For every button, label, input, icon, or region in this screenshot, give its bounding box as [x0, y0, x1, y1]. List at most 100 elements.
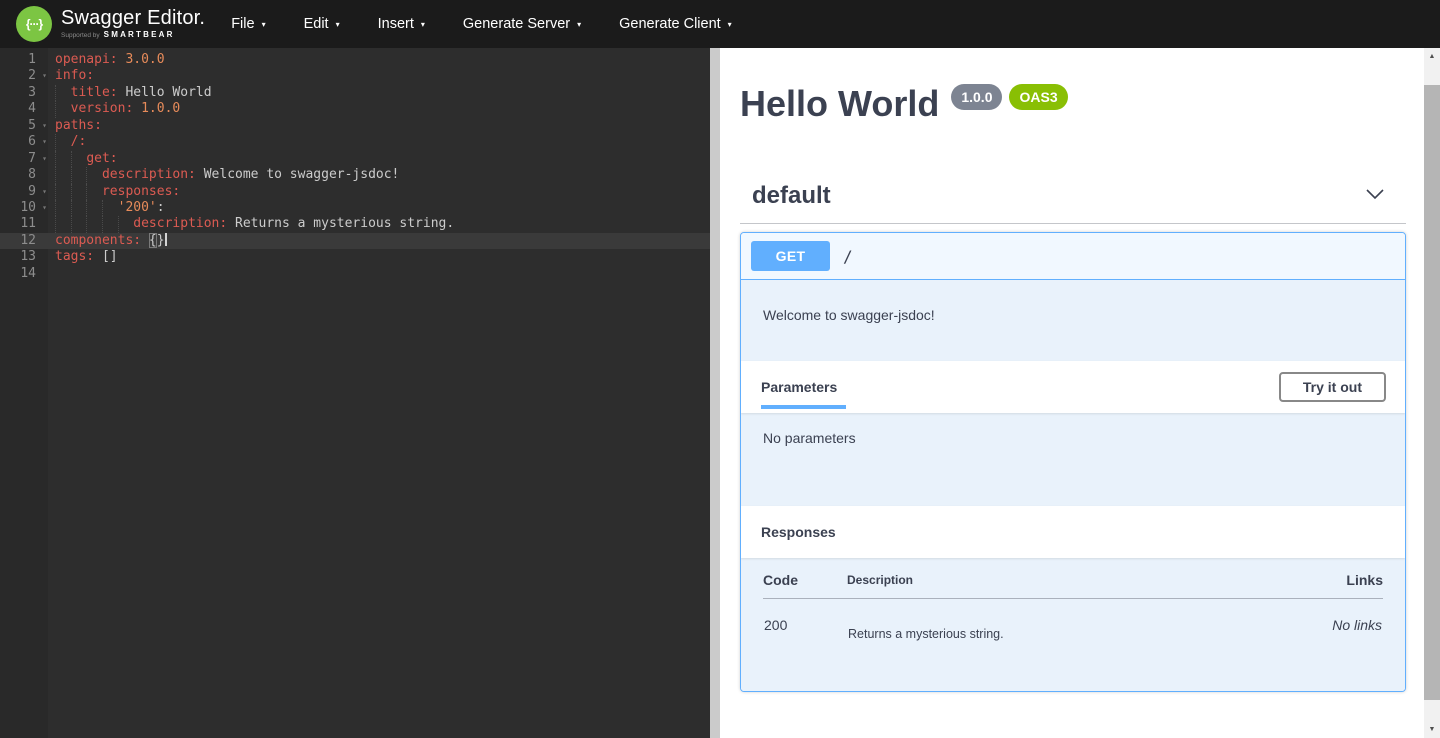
line-number: 13	[0, 249, 48, 265]
yaml-code-editor[interactable]: 1openapi: 3.0.02▾info:3title: Hello Worl…	[0, 48, 710, 738]
no-parameters-message: No parameters	[741, 413, 1405, 506]
code-text: version: 1.0.0	[48, 101, 710, 117]
tag-name: default	[752, 184, 831, 208]
fold-icon[interactable]: ▾	[42, 68, 47, 84]
code-text: responses:	[48, 184, 710, 200]
line-number: 1	[0, 52, 48, 68]
editor-line[interactable]: 6▾/:	[0, 134, 710, 150]
operation-path: /	[843, 247, 853, 266]
supported-by-label: Supported by	[61, 33, 100, 40]
menu-generate-client[interactable]: Generate Client ▾	[619, 8, 732, 40]
menu-generate-client-label: Generate Client	[619, 16, 721, 32]
tab-parameters[interactable]: Parameters	[761, 379, 837, 395]
responses-table: Code Description Links 200 Returns a mys…	[763, 558, 1383, 642]
editor-line[interactable]: 14	[0, 266, 710, 282]
response-links: No links	[1250, 599, 1383, 643]
editor-line[interactable]: 8description: Welcome to swagger-jsdoc!	[0, 167, 710, 183]
smartbear-label: SMARTBEAR	[104, 31, 175, 39]
editor-line[interactable]: 11description: Returns a mysterious stri…	[0, 216, 710, 232]
chevron-down-icon[interactable]	[1364, 188, 1386, 200]
response-code: 200	[763, 599, 847, 643]
editor-line[interactable]: 10▾'200':	[0, 200, 710, 216]
editor-lines: 1openapi: 3.0.02▾info:3title: Hello Worl…	[0, 52, 710, 282]
menu-edit-label: Edit	[304, 16, 329, 32]
responses-heading: Responses	[761, 524, 836, 540]
line-number: 6▾	[0, 134, 48, 150]
response-description: Returns a mysterious string.	[847, 599, 1250, 643]
code-text	[48, 266, 710, 282]
line-number: 3	[0, 85, 48, 101]
code-text: /:	[48, 134, 710, 150]
menu-insert-label: Insert	[378, 16, 414, 32]
oas3-badge: OAS3	[1009, 84, 1067, 110]
swagger-ui-preview: Hello World 1.0.0 OAS3 default GET / Wel…	[720, 48, 1424, 738]
menu-insert[interactable]: Insert ▾	[378, 8, 425, 40]
menu-generate-server[interactable]: Generate Server ▾	[463, 8, 581, 40]
menu-file-label: File	[231, 16, 254, 32]
code-text: get:	[48, 151, 710, 167]
operation-description: Welcome to swagger-jsdoc!	[741, 280, 1405, 361]
line-number: 2▾	[0, 68, 48, 84]
parameters-header: Parameters Try it out	[741, 361, 1405, 413]
editor-line[interactable]: 12components: {}	[0, 233, 710, 249]
fold-icon[interactable]: ▾	[42, 151, 47, 167]
line-number: 10▾	[0, 200, 48, 216]
editor-line[interactable]: 13tags: []	[0, 249, 710, 265]
try-it-out-button[interactable]: Try it out	[1279, 372, 1386, 402]
opblock-get: GET / Welcome to swagger-jsdoc! Paramete…	[740, 232, 1406, 692]
line-number: 8	[0, 167, 48, 183]
responses-header-description: Description	[847, 558, 1250, 599]
editor-line[interactable]: 5▾paths:	[0, 118, 710, 134]
swagger-logo-icon: {···}	[16, 6, 52, 42]
api-title: Hello World	[740, 86, 939, 122]
caret-down-icon: ▾	[577, 20, 581, 29]
api-badges: 1.0.0 OAS3	[951, 84, 1067, 110]
responses-table-header-row: Code Description Links	[763, 558, 1383, 599]
version-badge: 1.0.0	[951, 84, 1002, 110]
editor-scrollbar[interactable]	[710, 48, 720, 738]
editor-line[interactable]: 4version: 1.0.0	[0, 101, 710, 117]
code-text: components: {}	[48, 233, 710, 249]
scroll-down-icon[interactable]: ▼	[1424, 721, 1440, 738]
editor-line[interactable]: 7▾get:	[0, 151, 710, 167]
caret-down-icon: ▾	[421, 20, 425, 29]
fold-icon[interactable]: ▾	[42, 184, 47, 200]
code-text: info:	[48, 68, 710, 84]
editor-line[interactable]: 3title: Hello World	[0, 85, 710, 101]
preview-content: Hello World 1.0.0 OAS3 default GET / Wel…	[720, 48, 1424, 692]
menu-file[interactable]: File ▾	[231, 8, 265, 40]
get-method-badge[interactable]: GET	[751, 241, 830, 271]
logo-braces-glyph: {···}	[26, 17, 42, 31]
table-row: 200 Returns a mysterious string. No link…	[763, 599, 1383, 643]
caret-down-icon: ▾	[728, 20, 732, 29]
editor-line[interactable]: 1openapi: 3.0.0	[0, 52, 710, 68]
editor-line[interactable]: 2▾info:	[0, 68, 710, 84]
tag-section-default[interactable]: default	[740, 184, 1406, 224]
line-number: 11	[0, 216, 48, 232]
menu-generate-server-label: Generate Server	[463, 16, 570, 32]
api-info: Hello World 1.0.0 OAS3	[740, 48, 1406, 122]
code-text: description: Returns a mysterious string…	[48, 216, 710, 232]
fold-icon[interactable]: ▾	[42, 200, 47, 216]
scrollbar-thumb[interactable]	[1424, 85, 1440, 700]
menu-edit[interactable]: Edit ▾	[304, 8, 340, 40]
operation-summary[interactable]: GET /	[741, 233, 1405, 280]
line-number: 9▾	[0, 184, 48, 200]
caret-down-icon: ▾	[262, 20, 266, 29]
code-text: paths:	[48, 118, 710, 134]
top-menu-bar: {···} Swagger Editor. Supported by SMART…	[0, 0, 1440, 48]
fold-icon[interactable]: ▾	[42, 134, 47, 150]
code-text: title: Hello World	[48, 85, 710, 101]
caret-down-icon: ▾	[336, 20, 340, 29]
line-number: 12	[0, 233, 48, 249]
menu-bar: File ▾ Edit ▾ Insert ▾ Generate Server ▾…	[231, 8, 769, 40]
preview-scrollbar[interactable]: ▲ ▼	[1424, 48, 1440, 738]
code-text: tags: []	[48, 249, 710, 265]
responses-body: Code Description Links 200 Returns a mys…	[741, 558, 1405, 691]
fold-icon[interactable]: ▾	[42, 118, 47, 134]
line-number: 14	[0, 266, 48, 282]
editor-line[interactable]: 9▾responses:	[0, 184, 710, 200]
brand: Swagger Editor. Supported by SMARTBEAR	[61, 8, 205, 40]
line-number: 5▾	[0, 118, 48, 134]
scroll-up-icon[interactable]: ▲	[1424, 48, 1440, 65]
